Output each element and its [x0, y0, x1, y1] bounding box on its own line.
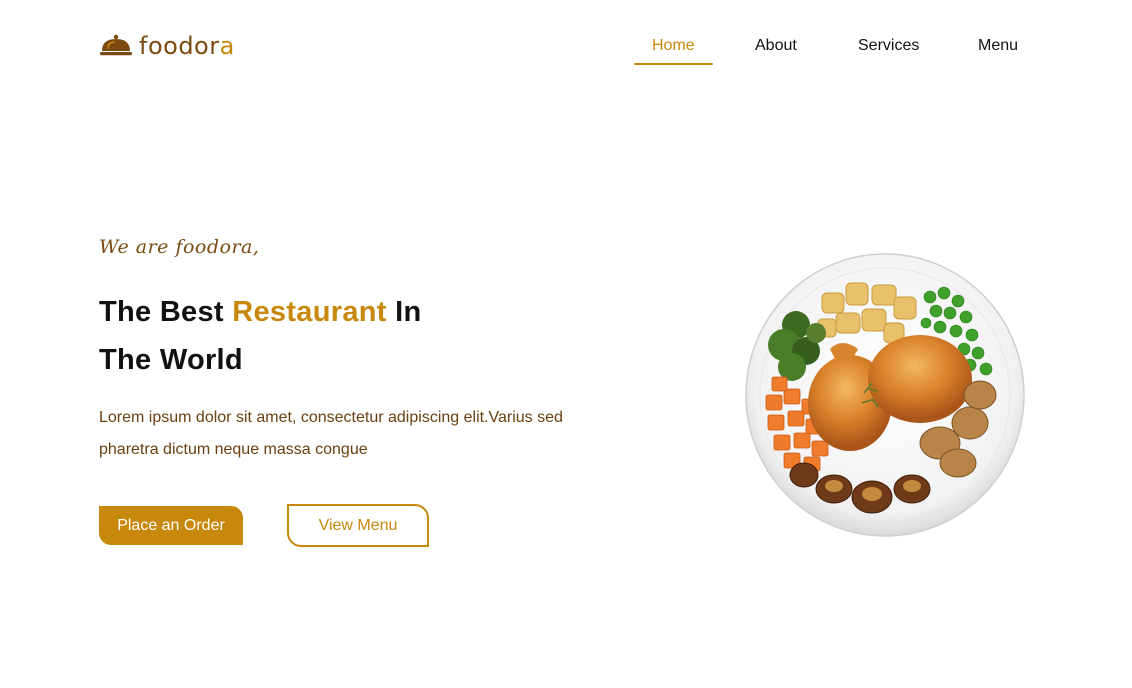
- hero-eyebrow: We are foodora,: [99, 236, 260, 258]
- main-nav: Home About Services Menu: [0, 36, 1132, 66]
- view-menu-button[interactable]: View Menu: [287, 504, 429, 547]
- nav-home[interactable]: Home: [652, 36, 695, 56]
- nav-active-indicator: [634, 63, 713, 65]
- hero-headline: The Best Restaurant In The World: [99, 296, 422, 376]
- nav-menu[interactable]: Menu: [978, 36, 1018, 56]
- food-plate-image: [745, 253, 1025, 537]
- nav-services[interactable]: Services: [858, 36, 919, 56]
- place-order-button[interactable]: Place an Order: [99, 506, 243, 545]
- headline-highlight: Restaurant: [232, 296, 387, 328]
- nav-about[interactable]: About: [755, 36, 797, 56]
- hero-description: Lorem ipsum dolor sit amet, consectetur …: [99, 409, 563, 458]
